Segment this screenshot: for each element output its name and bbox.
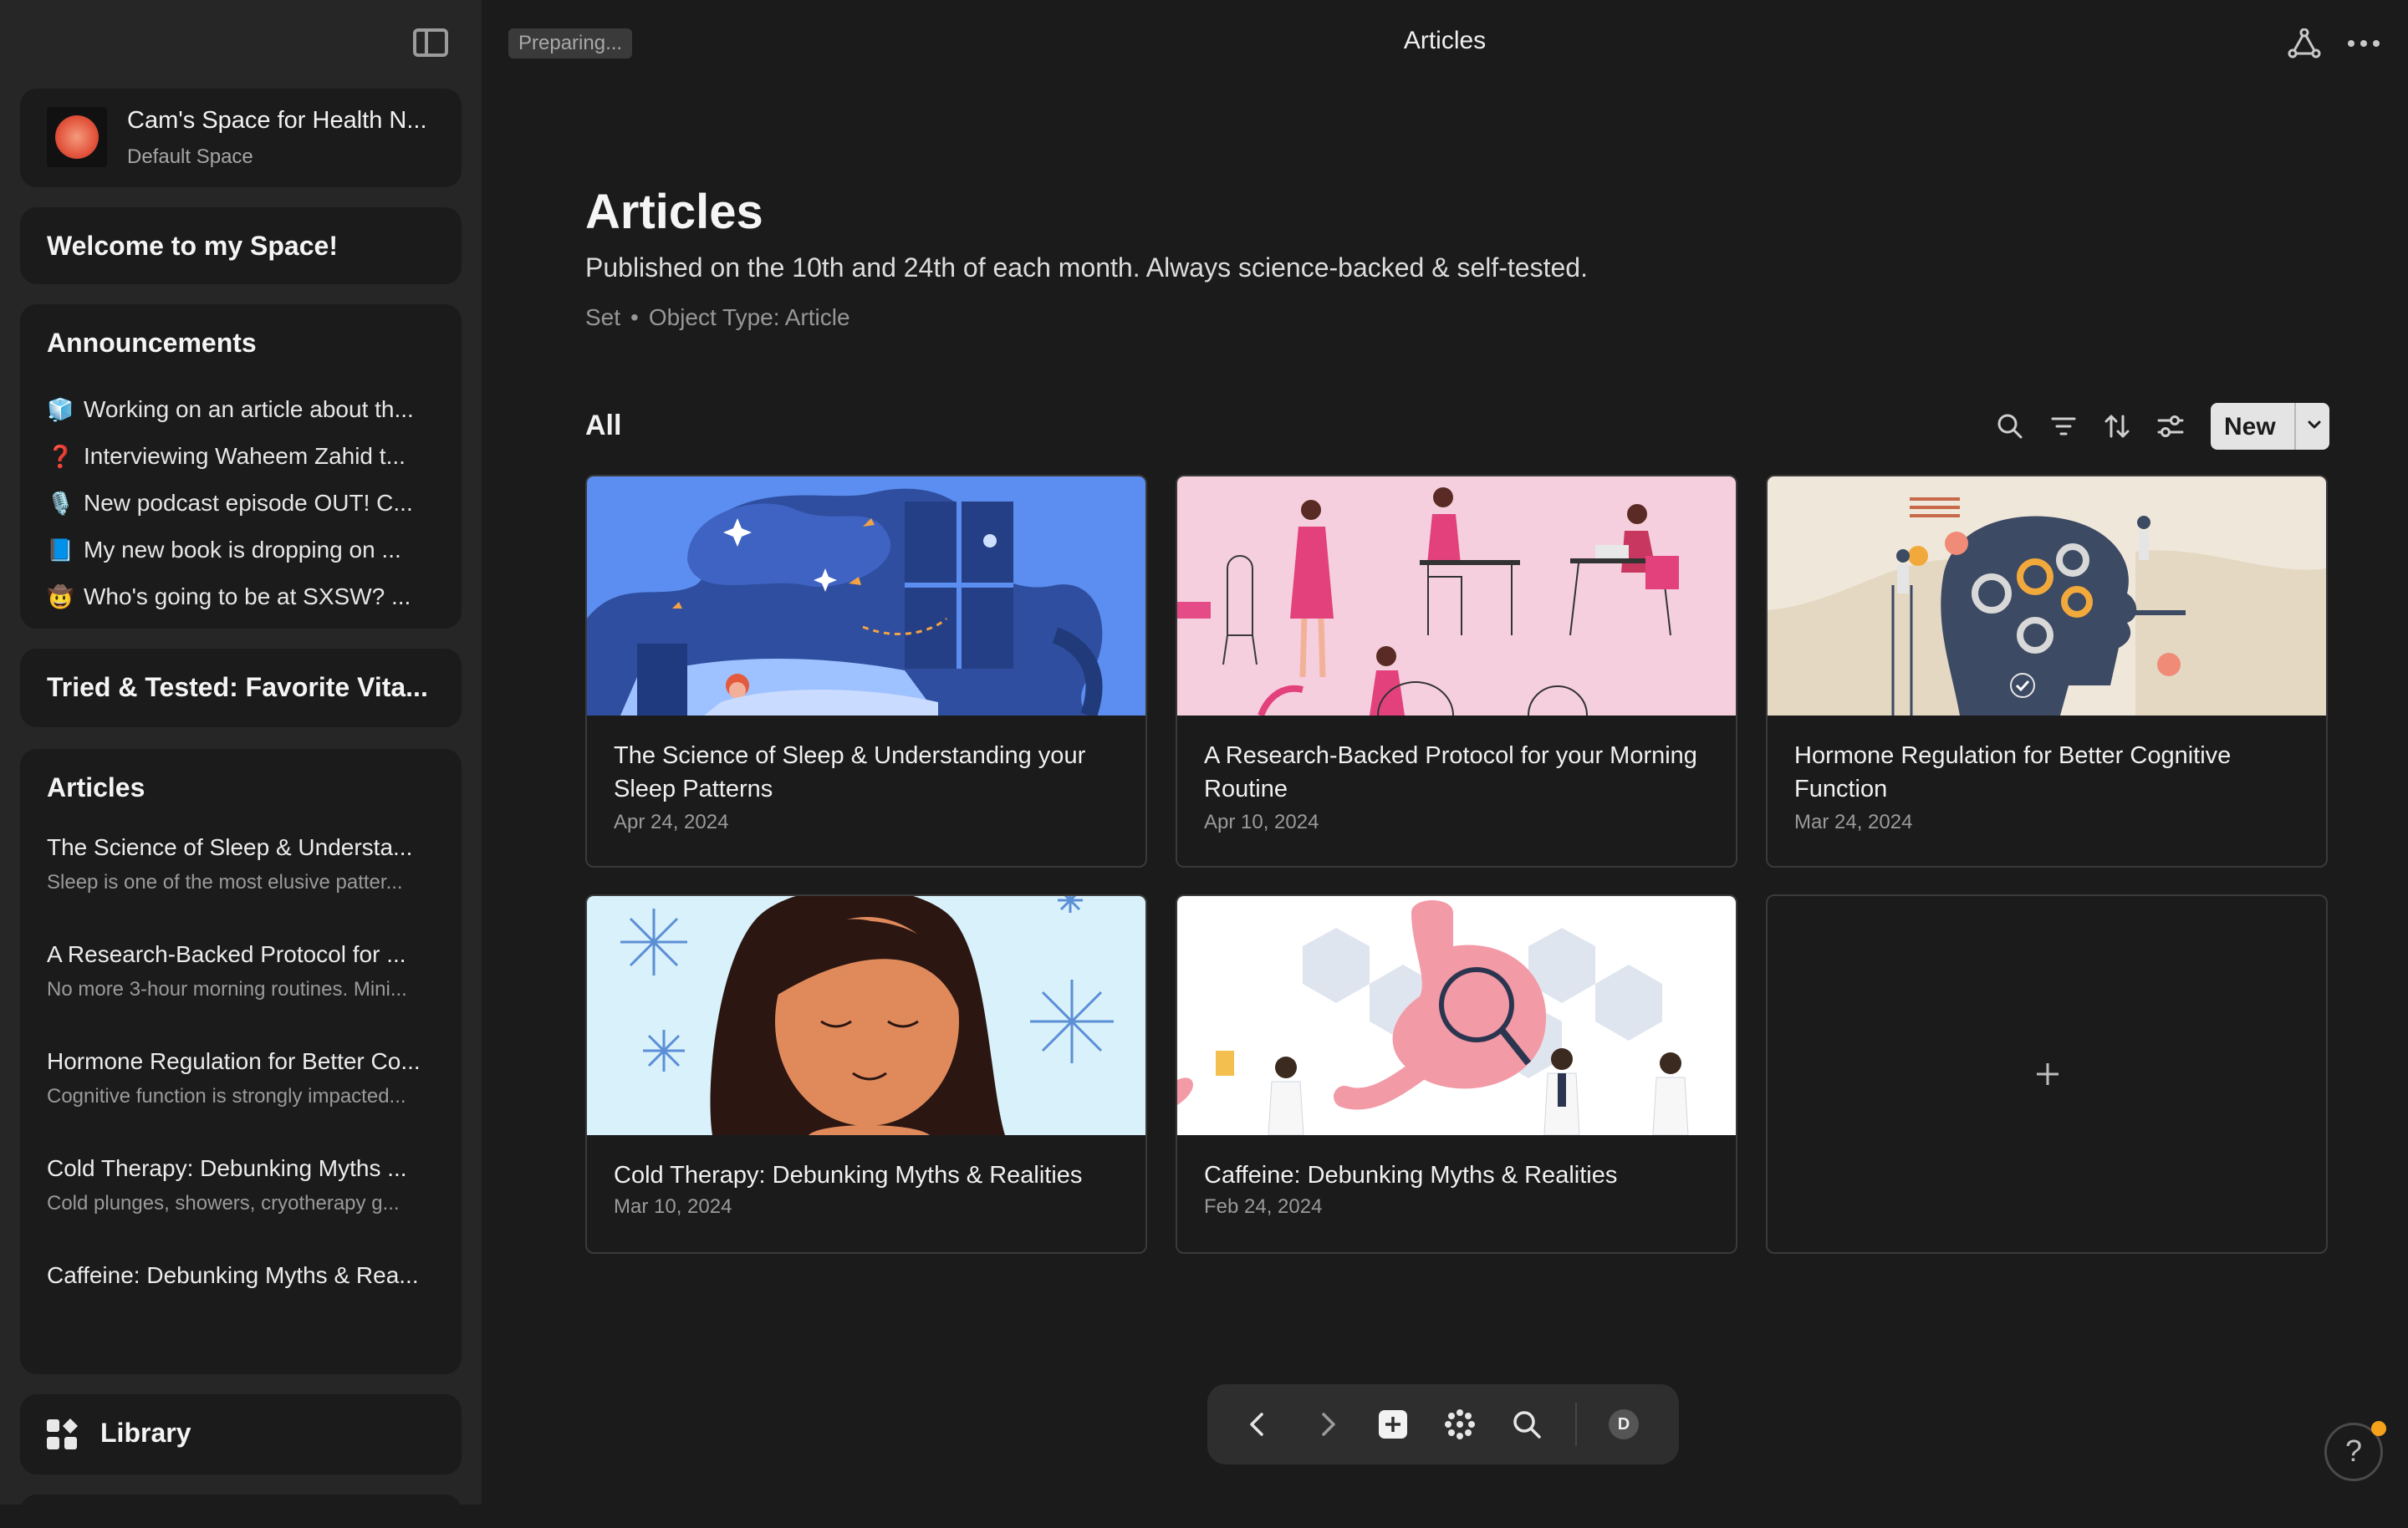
announcement-emoji-icon: 🎙️ [47,490,74,516]
card-date: Apr 24, 2024 [614,811,729,833]
tried-tested-widget[interactable]: Tried & Tested: Favorite Vita... [20,649,462,727]
view-tab-all[interactable]: All [585,410,621,442]
announcements-title[interactable]: Announcements [47,328,448,359]
brain-gears-illustration [1768,476,2326,716]
card-title: The Science of Sleep & Understanding you… [614,742,1086,802]
announcement-item[interactable]: ❓ Interviewing Waheem Zahid t... [47,433,457,480]
sidebar-toggle-icon[interactable] [413,28,448,57]
announcement-item[interactable]: 🧊 Working on an article about th... [47,386,457,433]
announcement-text: New podcast episode OUT! C... [84,490,413,516]
space-logo [47,107,107,167]
sleep-illustration [587,476,1145,716]
sidebar-article-title: Cold Therapy: Debunking Myths ... [47,1155,407,1181]
space-name: Cam's Space for Health N... [127,107,427,134]
sidebar: Cam's Space for Health N... Default Spac… [0,0,482,1528]
library-widget[interactable]: Library [20,1394,462,1475]
announcement-item[interactable]: 🤠 Who's going to be at SXSW? ... [47,573,457,620]
space-type: Default Space [127,145,253,168]
sidebar-article-snippet: Sleep is one of the most elusive patter.… [47,871,403,894]
view-settings-icon[interactable] [2155,411,2186,441]
card-title: Caffeine: Debunking Myths & Realities [1204,1162,1618,1189]
article-card[interactable]: Caffeine: Debunking Myths & Realities Fe… [1176,894,1737,1254]
more-options-icon[interactable] [2348,40,2381,47]
announcement-emoji-icon: 🤠 [47,583,74,609]
page-description[interactable]: Published on the 10th and 24th of each m… [585,252,1588,283]
main-content: Preparing... Articles Articles Published… [482,0,2408,1505]
sidebar-article-item[interactable]: Caffeine: Debunking Myths & Rea... [47,1262,457,1369]
sidebar-article-snippet: Cognitive function is strongly impacted.… [47,1085,406,1108]
announcement-item[interactable]: 🎙️ New podcast episode OUT! C... [47,480,457,527]
space-switcher[interactable]: Cam's Space for Health N... Default Spac… [20,89,462,187]
sidebar-article-title: Caffeine: Debunking Myths & Rea... [47,1262,419,1288]
article-card[interactable]: Cold Therapy: Debunking Myths & Realitie… [585,894,1147,1254]
tried-tested-title: Tried & Tested: Favorite Vita... [47,672,428,702]
announcement-text: Interviewing Waheem Zahid t... [84,443,406,469]
profile-avatar[interactable]: D [1609,1409,1639,1439]
card-title: Hormone Regulation for Better Cognitive … [1794,742,2232,802]
card-date: Mar 24, 2024 [1794,811,1913,833]
sidebar-next-widget[interactable] [20,1495,462,1528]
back-arrow-icon[interactable] [1241,1408,1274,1441]
card-title: Cold Therapy: Debunking Myths & Realitie… [614,1162,1083,1189]
article-card[interactable]: A Research-Backed Protocol for your Morn… [1176,475,1737,868]
card-date: Feb 24, 2024 [1204,1195,1323,1218]
search-icon[interactable] [1510,1408,1543,1441]
meta-set: Set [585,304,621,330]
sidebar-article-title: Hormone Regulation for Better Co... [47,1048,421,1074]
cold-therapy-illustration [587,896,1145,1135]
digestive-system-illustration [1177,896,1736,1135]
filter-icon[interactable] [2048,411,2079,441]
add-article-card[interactable] [1766,894,2328,1254]
graph-icon[interactable] [2288,28,2321,59]
sidebar-article-item[interactable]: The Science of Sleep & Understa... Sleep … [47,834,457,941]
sidebar-article-item[interactable]: A Research-Backed Protocol for ... No mor… [47,941,457,1048]
sidebar-article-snippet: No more 3-hour morning routines. Mini... [47,978,407,1001]
sidebar-article-title: A Research-Backed Protocol for ... [47,941,406,967]
morning-routine-illustration [1177,476,1736,716]
sort-icon[interactable] [2102,411,2132,441]
notification-dot [2371,1421,2386,1436]
meta-object-type[interactable]: Object Type: Article [649,304,850,330]
welcome-title: Welcome to my Space! [47,231,338,261]
article-card[interactable]: Hormone Regulation for Better Cognitive … [1766,475,2328,868]
chevron-down-icon[interactable] [2304,415,2324,435]
card-title: A Research-Backed Protocol for your Morn… [1204,742,1697,802]
announcement-text: Working on an article about th... [84,396,414,422]
create-object-icon[interactable] [1376,1408,1410,1441]
sidebar-article-title: The Science of Sleep & Understa... [47,834,413,860]
announcement-item[interactable]: 📘 My new book is dropping on ... [47,527,457,573]
announcement-emoji-icon: ❓ [47,443,74,469]
library-label: Library [100,1418,191,1448]
search-icon[interactable] [1995,411,2025,441]
library-icon [47,1418,78,1449]
articles-widget-title[interactable]: Articles [47,772,448,803]
articles-widget: Articles The Science of Sleep & Understa… [20,749,462,1374]
page-meta: Set • Object Type: Article [585,304,850,331]
new-button-label: New [2224,413,2276,441]
forward-arrow-icon[interactable] [1311,1408,1344,1441]
navigation-dock: D [1207,1384,1679,1464]
sidebar-article-snippet: Cold plunges, showers, cryotherapy g... [47,1192,400,1215]
announcement-text: My new book is dropping on ... [84,537,401,563]
plus-icon [2037,1063,2059,1085]
meta-separator: • [630,304,639,330]
announcement-emoji-icon: 🧊 [47,396,74,422]
sidebar-article-item[interactable]: Hormone Regulation for Better Co... Cogni… [47,1048,457,1155]
topbar-title: Articles [1403,27,1487,54]
card-date: Apr 10, 2024 [1204,811,1319,833]
announcement-emoji-icon: 📘 [47,537,74,563]
announcement-text: Who's going to be at SXSW? ... [84,583,411,609]
sidebar-article-item[interactable]: Cold Therapy: Debunking Myths ... Cold pl… [47,1155,457,1262]
article-card[interactable]: The Science of Sleep & Understanding you… [585,475,1147,868]
card-date: Mar 10, 2024 [614,1195,732,1218]
announcements-widget: Announcements 🧊 Working on an article abo… [20,304,462,629]
welcome-widget[interactable]: Welcome to my Space! [20,207,462,284]
widgets-icon[interactable] [1443,1408,1477,1441]
page-title[interactable]: Articles [585,184,763,240]
new-object-button[interactable]: New [2211,403,2329,450]
